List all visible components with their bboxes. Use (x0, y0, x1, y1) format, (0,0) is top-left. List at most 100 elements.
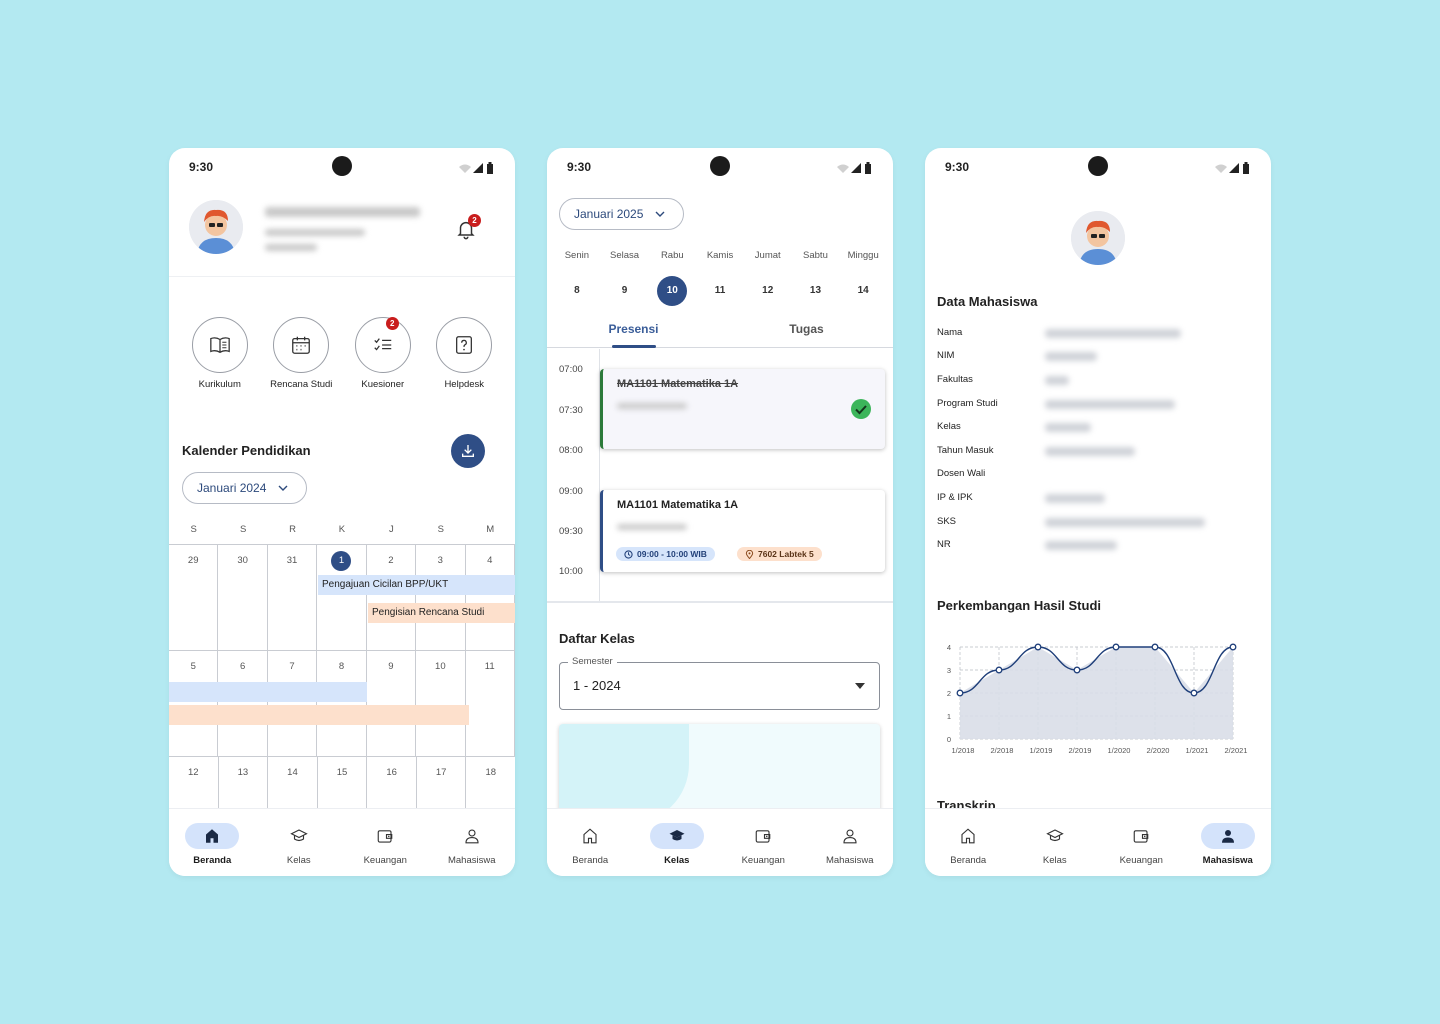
avatar[interactable] (1071, 211, 1125, 265)
day-cell[interactable]: 5 (169, 651, 219, 756)
day-cell[interactable]: 10 (416, 651, 466, 756)
class-card[interactable]: MA1101 Matematika 1A 09:00 - 10:00 WIB 7… (600, 490, 885, 572)
day-cell[interactable]: 9 (367, 651, 417, 756)
nav-keuangan[interactable]: Keuangan (720, 809, 807, 876)
field-label: IP & IPK (937, 492, 973, 503)
nav-beranda[interactable]: Beranda (169, 809, 256, 876)
day-cell-today[interactable]: 1 (317, 545, 367, 650)
checklist-icon (374, 338, 391, 351)
class-card-attended[interactable]: MA1101 Matematika 1A (600, 369, 885, 449)
nav-beranda[interactable]: Beranda (925, 809, 1012, 876)
book-icon (209, 337, 230, 354)
nav-kelas[interactable]: Kelas (1012, 809, 1099, 876)
day-cell[interactable]: 11 (466, 651, 515, 756)
status-time: 9:30 (189, 160, 214, 174)
day-item[interactable]: Selasa 9 (601, 250, 649, 305)
nav-kelas[interactable]: Kelas (634, 809, 721, 876)
bottom-nav: Beranda Kelas Keuangan Mahasiswa (925, 808, 1271, 876)
x-tick-label: 2/2019 (1069, 746, 1092, 755)
class-title: MA1101 Matematika 1A (617, 499, 739, 511)
weekday: K (338, 524, 346, 535)
day-cell[interactable]: 29 (169, 545, 219, 650)
field-label: Nama (937, 327, 963, 338)
room-chip: 7602 Labtek 5 (737, 547, 822, 561)
tab-presensi[interactable]: Presensi (547, 316, 720, 348)
card-decoration (559, 724, 689, 814)
day-item[interactable]: Sabtu 13 (792, 250, 840, 305)
event-rencana-studi[interactable]: Pengisian Rencana Studi (368, 603, 515, 623)
time-label: 09:30 (559, 526, 583, 537)
menu-label: Kurikulum (198, 379, 241, 390)
nav-mahasiswa[interactable]: Mahasiswa (1185, 809, 1272, 876)
data-point (956, 689, 964, 697)
time-label: 09:00 (559, 486, 583, 497)
time-label: 10:00 (559, 566, 583, 577)
data-point (995, 666, 1003, 674)
location-pin-icon (745, 549, 754, 559)
home-icon (206, 829, 219, 843)
menu-label: Kuesioner (361, 379, 405, 390)
camera-cutout (710, 156, 730, 176)
day-item[interactable]: Kamis 11 (696, 250, 744, 305)
event-cicilan[interactable]: Pengajuan Cicilan BPP/UKT (318, 575, 515, 595)
x-tick-label: 2/2020 (1147, 746, 1170, 755)
person-icon (1221, 830, 1234, 843)
data-point (1151, 643, 1159, 651)
nav-kelas[interactable]: Kelas (256, 809, 343, 876)
nav-beranda[interactable]: Beranda (547, 809, 634, 876)
day-cell[interactable]: 7 (268, 651, 318, 756)
graduation-cap-icon (1045, 829, 1064, 842)
schedule-timeline: 07:00 07:30 08:00 09:00 09:30 10:00 MA11… (547, 349, 893, 601)
nav-keuangan[interactable]: Keuangan (342, 809, 429, 876)
field-value (1045, 541, 1117, 550)
nav-mahasiswa[interactable]: Mahasiswa (429, 809, 516, 876)
menu-label: Helpdesk (444, 379, 485, 390)
day-item[interactable]: Minggu 14 (839, 250, 887, 305)
tab-bar: Presensi Tugas (547, 316, 893, 348)
nav-mahasiswa[interactable]: Mahasiswa (807, 809, 894, 876)
profile-name (265, 204, 420, 222)
semester-select[interactable]: Semester 1 - 2024 (559, 656, 880, 710)
event-cicilan-continued[interactable] (169, 682, 367, 702)
field-value (1045, 423, 1091, 432)
wallet-icon (377, 830, 393, 843)
day-cell[interactable]: 4 (466, 545, 515, 650)
month-select-value: Januari 2024 (197, 481, 267, 495)
day-item[interactable]: Jumat 12 (744, 250, 792, 305)
dropdown-arrow-icon (855, 683, 865, 689)
field-value (1045, 518, 1205, 527)
nav-keuangan[interactable]: Keuangan (1098, 809, 1185, 876)
day-cell[interactable]: 30 (218, 545, 268, 650)
day-item[interactable]: Senin 8 (553, 250, 601, 305)
month-select[interactable]: Januari 2024 (182, 472, 307, 504)
download-button[interactable] (451, 434, 485, 468)
day-cell[interactable]: 3 (416, 545, 466, 650)
day-cell[interactable]: 2 (367, 545, 417, 650)
field-label: Tahun Masuk (937, 445, 994, 456)
day-item-selected[interactable]: Rabu 10 (648, 250, 696, 306)
month-select[interactable]: Januari 2025 (559, 198, 684, 230)
camera-cutout (332, 156, 352, 176)
day-cell[interactable]: 6 (218, 651, 268, 756)
menu-helpdesk[interactable]: Helpdesk (424, 317, 504, 390)
menu-kurikulum[interactable]: Kurikulum (180, 317, 260, 390)
calendar-title: Kalender Pendidikan (182, 443, 311, 458)
event-rencana-studi-continued[interactable] (169, 705, 469, 725)
notification-button[interactable]: 2 (455, 214, 481, 245)
day-cell[interactable]: 31 (268, 545, 318, 650)
menu-rencana-studi[interactable]: Rencana Studi (261, 317, 341, 390)
download-icon (462, 445, 474, 457)
field-label: SKS (937, 516, 957, 527)
calendar-week: 29 30 31 1 2 3 4 Pengajuan Cicilan BPP/U… (169, 544, 515, 650)
phone-mahasiswa: 9:30 Data Mahasiswa Nama NIM Fakultas Pr… (925, 148, 1271, 876)
status-bar: 9:30 (169, 148, 515, 186)
day-cell[interactable]: 8 (317, 651, 367, 756)
gpa-chart: 0 1 2 3 4 1/2018 2/2018 1/2019 2/2019 1/2020 2/202… (947, 643, 1248, 755)
menu-kuesioner[interactable]: 2 Kuesioner (343, 317, 423, 390)
x-tick-label: 1/2020 (1108, 746, 1131, 755)
avatar[interactable] (189, 200, 243, 254)
class-list-card[interactable] (559, 724, 880, 814)
tab-tugas[interactable]: Tugas (720, 316, 893, 347)
semester-label: Semester (568, 656, 617, 667)
wallet-icon (755, 830, 771, 843)
